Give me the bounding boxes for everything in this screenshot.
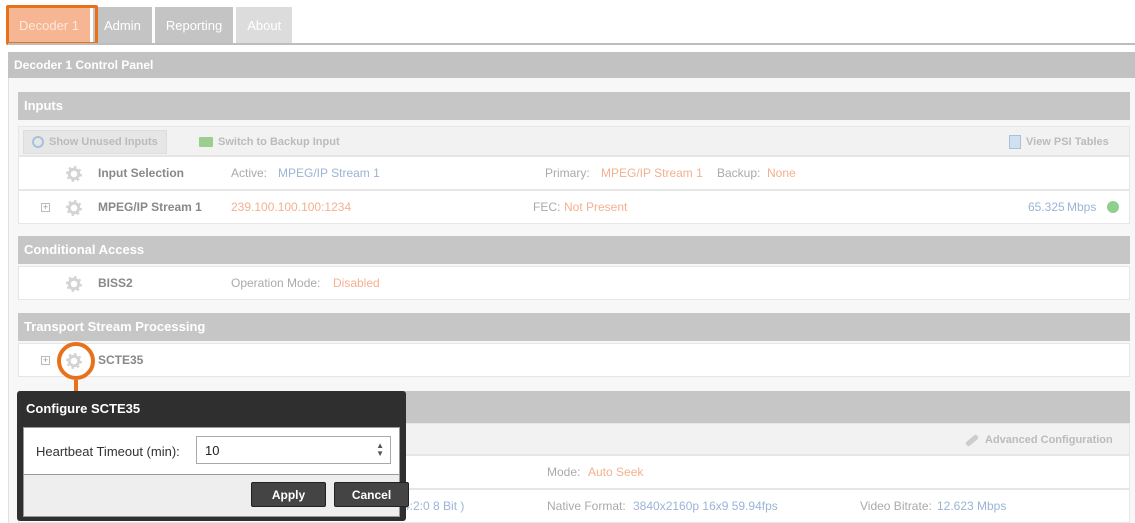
tab-underline	[8, 43, 1135, 45]
spinner-icon[interactable]: ▲ ▼	[376, 442, 384, 458]
inputs-header: Inputs	[18, 92, 1130, 120]
active-label: Active:	[231, 166, 268, 180]
search-icon	[32, 136, 44, 148]
advanced-config-button[interactable]: Advanced Configuration	[957, 428, 1121, 452]
gear-icon[interactable]	[66, 166, 82, 182]
view-psi-button[interactable]: View PSI Tables	[1001, 130, 1117, 154]
cancel-button[interactable]: Cancel	[334, 482, 409, 507]
stream-name: MPEG/IP Stream 1	[98, 200, 202, 214]
gear-icon[interactable]	[66, 276, 82, 292]
fec-label: FEC:	[533, 200, 561, 214]
biss2-row: BISS2 Operation Mode: Disabled	[18, 266, 1130, 300]
primary-label: Primary:	[545, 166, 590, 180]
heartbeat-timeout-value: 10	[205, 443, 220, 458]
configure-scte35-dialog: Configure SCTE35 Heartbeat Timeout (min)…	[17, 391, 409, 521]
tab-admin[interactable]: Admin	[92, 7, 152, 43]
heartbeat-timeout-label: Heartbeat Timeout (min):	[36, 444, 180, 459]
view-psi-label: View PSI Tables	[1026, 136, 1109, 148]
heartbeat-timeout-input[interactable]: 10 ▲ ▼	[196, 436, 391, 464]
tab-highlight-annotation	[6, 5, 98, 45]
scte35-name: SCTE35	[98, 353, 144, 367]
dialog-title: Configure SCTE35	[26, 401, 141, 416]
advanced-config-label: Advanced Configuration	[985, 434, 1113, 446]
gear-highlight-annotation	[57, 342, 95, 380]
tsp-header: Transport Stream Processing	[18, 313, 1130, 341]
inputs-toolbar: Show Unused Inputs Switch to Backup Inpu…	[18, 126, 1130, 156]
expand-icon[interactable]: +	[41, 356, 50, 365]
stream-rate: 65.325	[1028, 200, 1065, 214]
gear-icon[interactable]	[66, 200, 82, 216]
switch-backup-label: Switch to Backup Input	[218, 136, 340, 148]
scte35-row: + SCTE35	[18, 343, 1130, 377]
show-unused-label: Show Unused Inputs	[49, 136, 158, 148]
input-selection-row: Input Selection Active: MPEG/IP Stream 1…	[18, 156, 1130, 190]
operation-mode-value: Disabled	[333, 276, 380, 290]
backup-label: Backup:	[717, 166, 761, 180]
biss2-name: BISS2	[98, 276, 133, 290]
video-bitrate-unit: Mbps	[977, 499, 1007, 513]
stream-rate-unit: Mbps	[1067, 200, 1097, 214]
dialog-body: Heartbeat Timeout (min): 10 ▲ ▼	[23, 427, 400, 475]
native-format-label: Native Format:	[547, 499, 626, 513]
dialog-footer: Apply Cancel	[23, 475, 409, 517]
operation-mode-label: Operation Mode:	[231, 276, 321, 290]
input-stream-row: + MPEG/IP Stream 1 239.100.100.100:1234 …	[18, 190, 1130, 224]
active-value: MPEG/IP Stream 1	[278, 166, 380, 180]
video-bitrate-label: Video Bitrate:	[860, 499, 932, 513]
primary-value: MPEG/IP Stream 1	[601, 166, 703, 180]
tab-reporting[interactable]: Reporting	[154, 7, 234, 43]
switch-icon	[199, 137, 213, 147]
input-selection-name: Input Selection	[98, 166, 185, 180]
video-bitrate-value: 12.623	[937, 499, 974, 513]
switch-backup-button[interactable]: Switch to Backup Input	[191, 130, 348, 154]
wrench-icon	[965, 433, 979, 447]
video-mode-label: Mode:	[547, 465, 581, 479]
video-format-partial: 4:2:0 8 Bit )	[403, 499, 465, 513]
expand-icon[interactable]: +	[41, 203, 50, 212]
backup-value: None	[767, 166, 796, 180]
document-icon	[1009, 135, 1021, 149]
apply-button[interactable]: Apply	[251, 482, 326, 507]
fec-value: Not Present	[564, 200, 628, 214]
show-unused-inputs-button[interactable]: Show Unused Inputs	[23, 130, 167, 154]
panel-title: Decoder 1 Control Panel	[8, 52, 1135, 78]
tab-about[interactable]: About	[236, 7, 293, 43]
ca-header: Conditional Access	[18, 236, 1130, 264]
native-format-value: 3840x2160p 16x9 59.94fps	[633, 499, 778, 513]
status-dot	[1107, 201, 1119, 213]
video-mode-value: Auto Seek	[588, 465, 644, 479]
stream-address: 239.100.100.100:1234	[231, 200, 352, 214]
